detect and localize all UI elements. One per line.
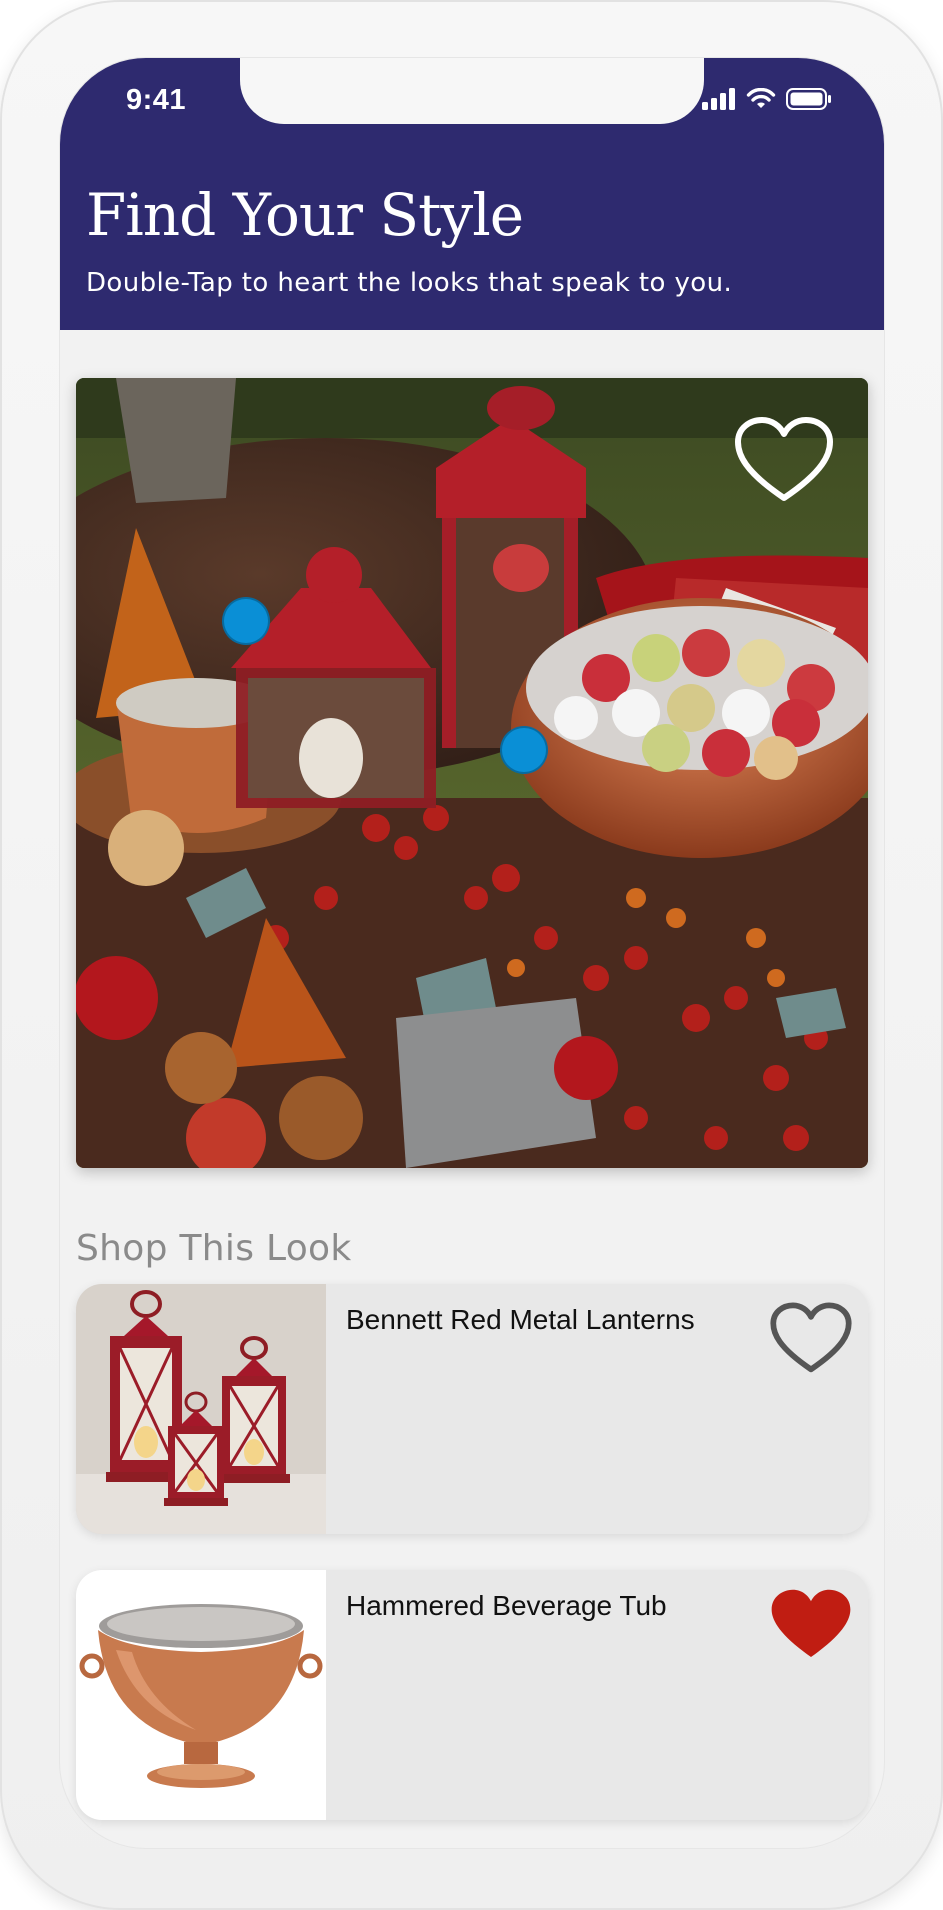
app-screen: 9:41 Find Your Style Double-Tap to heart… <box>60 58 884 1848</box>
status-time: 9:41 <box>126 84 187 116</box>
product-card-lanterns[interactable]: Bennett Red Metal Lanterns <box>76 1284 868 1534</box>
heart-outline-icon[interactable] <box>770 1302 852 1376</box>
page-title: Find Your Style <box>86 181 524 249</box>
product-hotspot-lantern[interactable] <box>222 597 270 645</box>
heart-filled-icon[interactable] <box>770 1588 852 1662</box>
status-icons <box>702 88 832 110</box>
cellular-signal-icon <box>702 88 735 110</box>
device-notch <box>240 58 704 124</box>
product-name: Hammered Beverage Tub <box>346 1590 667 1621</box>
battery-icon <box>786 88 831 110</box>
shop-this-look-heading: Shop This Look <box>76 1228 352 1269</box>
product-hotspot-tub[interactable] <box>500 726 548 774</box>
look-heart-icon[interactable] <box>734 416 834 506</box>
product-card-beverage-tub[interactable]: Hammered Beverage Tub <box>76 1570 868 1820</box>
page-subtitle: Double-Tap to heart the looks that speak… <box>86 268 733 298</box>
red-lanterns-image <box>76 1284 326 1534</box>
look-image-card[interactable] <box>76 378 868 1168</box>
header-bar: 9:41 Find Your Style Double-Tap to heart… <box>60 58 884 330</box>
copper-tub-image <box>76 1570 326 1820</box>
wifi-icon <box>746 88 776 108</box>
phone-frame: 9:41 Find Your Style Double-Tap to heart… <box>0 0 943 1910</box>
product-name: Bennett Red Metal Lanterns <box>346 1304 695 1335</box>
